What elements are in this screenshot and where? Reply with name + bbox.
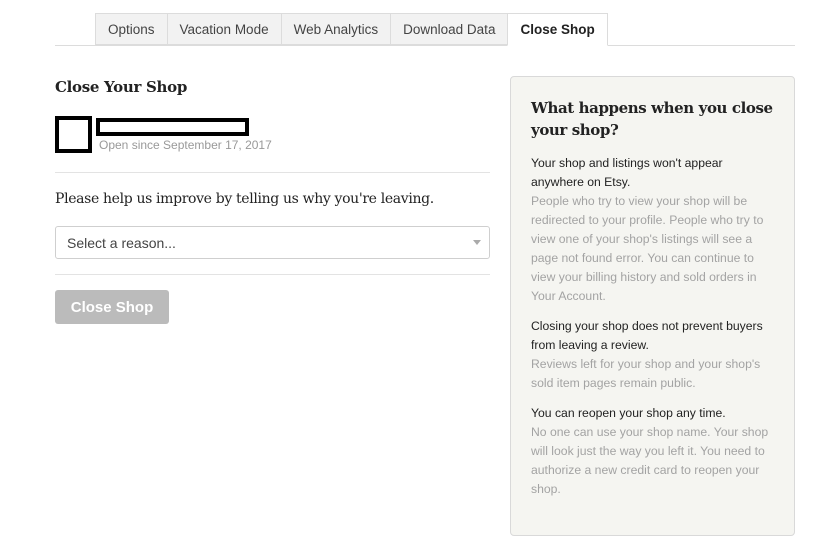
info-section-heading: Closing your shop does not prevent buyer… (531, 319, 763, 352)
info-section: Your shop and listings won't appear anyw… (531, 154, 774, 306)
divider (55, 172, 490, 173)
reason-select[interactable]: Select a reason... (55, 226, 490, 259)
reason-question: Please help us improve by telling us why… (55, 191, 434, 207)
info-section-heading: You can reopen your shop any time. (531, 406, 726, 420)
shop-avatar (55, 116, 92, 153)
page-title: Close Your Shop (55, 78, 188, 96)
reason-select-placeholder: Select a reason... (67, 234, 176, 251)
divider (55, 274, 490, 275)
info-section: Closing your shop does not prevent buyer… (531, 317, 774, 393)
tab-download-data[interactable]: Download Data (390, 13, 508, 45)
close-shop-form: Close Your Shop Open since September 17,… (55, 76, 490, 324)
close-shop-button[interactable]: Close Shop (55, 290, 169, 324)
info-section-body: Reviews left for your shop and your shop… (531, 357, 761, 390)
chevron-down-icon (473, 240, 481, 245)
info-section-body: No one can use your shop name. Your shop… (531, 425, 769, 496)
tab-options[interactable]: Options (95, 13, 167, 45)
shop-info: Open since September 17, 2017 (55, 116, 490, 160)
tab-close-shop[interactable]: Close Shop (507, 13, 608, 46)
info-panel-title: What happens when you close your shop? (531, 99, 773, 139)
info-section: You can reopen your shop any time. No on… (531, 404, 774, 499)
info-section-body: People who try to view your shop will be… (531, 194, 764, 303)
info-section-heading: Your shop and listings won't appear anyw… (531, 156, 723, 189)
info-panel: What happens when you close your shop? Y… (510, 76, 795, 536)
open-since-text: Open since September 17, 2017 (99, 138, 272, 152)
tab-web-analytics[interactable]: Web Analytics (280, 13, 391, 45)
shop-name-redacted (96, 118, 249, 136)
settings-tabs: Options Vacation Mode Web Analytics Down… (95, 13, 608, 46)
tab-vacation-mode[interactable]: Vacation Mode (166, 13, 281, 45)
